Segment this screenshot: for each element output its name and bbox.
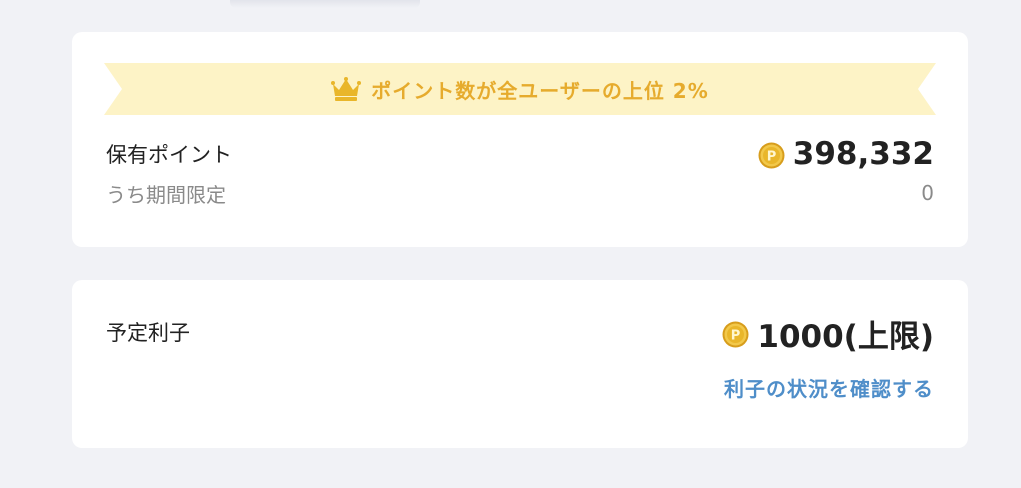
expected-interest-label: 予定利子 (106, 321, 190, 345)
svg-text:P: P (731, 329, 741, 344)
crown-icon (331, 76, 362, 102)
interest-card: 予定利子 P 1000(上限) 利子の状況を確認する (72, 280, 968, 448)
svg-text:P: P (767, 149, 777, 164)
limited-points-value: 0 (921, 181, 934, 205)
limited-points-label: うち期間限定 (106, 182, 226, 207)
held-points-label: 保有ポイント (106, 143, 232, 167)
points-card: ポイント数が全ユーザーの上位 2% 保有ポイント P 398,332 うち期間限… (72, 32, 968, 247)
expected-interest-value-group: P 1000(上限) (722, 311, 934, 356)
held-points-value: 398,332 (792, 136, 934, 172)
held-points-value-group: P 398,332 (758, 136, 934, 172)
coin-icon: P (722, 320, 749, 348)
check-interest-link[interactable]: 利子の状況を確認する (724, 377, 934, 401)
held-points-row: 保有ポイント P 398,332 (106, 134, 934, 174)
coin-icon: P (758, 141, 785, 168)
limited-points-row: うち期間限定 0 (106, 178, 934, 208)
expected-interest-row: 予定利子 P 1000(上限) (106, 311, 934, 356)
expected-interest-value: 1000(上限) (757, 319, 934, 355)
rank-banner-text: ポイント数が全ユーザーの上位 2% (371, 78, 709, 103)
rank-banner: ポイント数が全ユーザーの上位 2% (104, 63, 936, 115)
top-edge-shadow (230, 0, 420, 8)
